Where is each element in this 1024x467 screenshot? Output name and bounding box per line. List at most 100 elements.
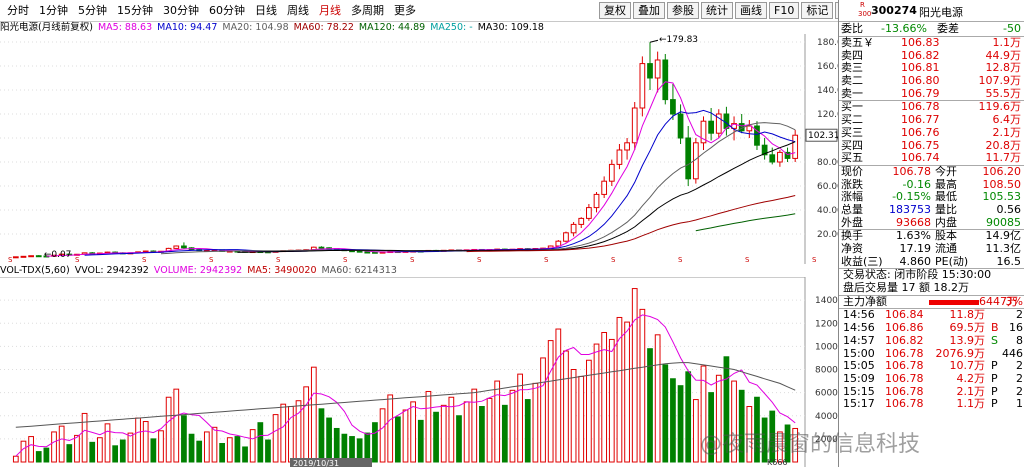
sell-row[interactable]: 卖二 106.80 107.9万 <box>839 74 1024 88</box>
period-tab-9[interactable]: 多周期 <box>346 3 389 18</box>
split-marker: S <box>209 256 214 264</box>
volume-bar <box>28 436 34 463</box>
volume-bar <box>257 422 264 463</box>
sell-row[interactable]: 卖五￥ 106.83 1.1万 <box>839 36 1024 50</box>
volume-bar <box>219 443 225 463</box>
buy-row[interactable]: 买二 106.77 6.4万 <box>839 113 1024 127</box>
sell-row[interactable]: 卖一 106.79 55.5万 <box>839 87 1024 101</box>
volume-bar <box>158 430 164 463</box>
ma5-label: MA5: 88.63 <box>97 22 153 33</box>
candle <box>685 137 692 180</box>
volume-bar <box>433 411 439 463</box>
volume-bar <box>570 369 577 463</box>
volume-bar <box>150 438 157 463</box>
period-tab-7[interactable]: 周线 <box>282 3 314 18</box>
split-marker: S <box>410 256 415 264</box>
stock-title: 阳光电源(月线前复权) <box>0 22 93 33</box>
split-marker: S <box>745 256 750 264</box>
volume-bar <box>165 396 172 463</box>
volume-bar <box>387 394 394 463</box>
stat2-row: 净资 17.19 流通 11.3亿 <box>839 242 1024 256</box>
volume-bar <box>479 406 485 463</box>
candle <box>35 255 42 258</box>
volume-bar <box>692 399 699 463</box>
volume-bar <box>509 389 516 463</box>
candle <box>670 99 676 115</box>
sell-volume: 107.9万 <box>978 74 1022 88</box>
period-tab-3[interactable]: 15分钟 <box>112 3 158 18</box>
tool-button-5[interactable]: F10 <box>769 2 800 19</box>
vol-ma60-label: MA60: 6214313 <box>321 265 397 276</box>
volume-bar <box>578 375 585 463</box>
stat-value: 11.3亿 <box>985 242 1022 255</box>
volume-bar <box>540 357 546 463</box>
vol-tick-label: 8000 <box>815 366 838 376</box>
volume-bar <box>288 406 294 463</box>
candle <box>20 255 27 258</box>
candle <box>318 246 325 249</box>
tool-button-2[interactable]: 参股 <box>667 2 699 19</box>
tool-button-3[interactable]: 统计 <box>701 2 733 19</box>
sell-label: 卖二 <box>841 74 863 88</box>
tool-button-1[interactable]: 叠加 <box>633 2 665 19</box>
price-tick-label: 180.00 <box>817 38 838 48</box>
candle <box>173 245 180 249</box>
candle <box>769 154 776 163</box>
tick-row: 15:05 106.78 10.7万 P 2 <box>839 359 1024 373</box>
period-tab-0[interactable]: 分时 <box>2 3 34 18</box>
r-badge-num: 300 <box>858 10 872 18</box>
stock-name: 阳光电源 <box>919 6 963 19</box>
volume-bar <box>555 328 562 463</box>
tick-price: 106.86 <box>885 321 924 335</box>
buy-price: 106.74 <box>901 151 940 165</box>
split-marker: S <box>343 256 348 264</box>
ma30-label: MA30: 109.18 <box>477 22 544 33</box>
quote-panel: R 300 300274 阳光电源 委比 -13.66% 委差 -50 卖五￥ 1… <box>838 0 1024 467</box>
candle <box>792 134 799 159</box>
candle <box>654 59 661 79</box>
tool-button-0[interactable]: 复权 <box>599 2 631 19</box>
split-marker: S <box>611 256 616 264</box>
volume-bar <box>326 417 332 463</box>
period-tab-5[interactable]: 60分钟 <box>204 3 250 18</box>
period-tab-1[interactable]: 1分钟 <box>34 3 73 18</box>
tool-button-4[interactable]: 画线 <box>735 2 767 19</box>
tick-time: 15:09 <box>843 371 875 385</box>
tick-row: 15:09 106.78 4.2万 P 2 <box>839 371 1024 386</box>
split-marker: S <box>276 256 281 264</box>
high-annotation: ←179.83 <box>659 35 698 45</box>
volume-bar <box>417 419 424 463</box>
split-marker: S <box>544 256 549 264</box>
vol-tick-label: 10000 <box>815 342 838 352</box>
stat-value: 106.20 <box>982 164 1022 178</box>
low-annotation: ←0.07 <box>44 250 72 260</box>
volume-bar <box>81 412 88 463</box>
buy-volume: 6.4万 <box>992 113 1022 127</box>
period-tab-6[interactable]: 日线 <box>250 3 282 18</box>
period-tab-8[interactable]: 月线 <box>314 3 346 18</box>
bottom-tag: K666 <box>767 458 788 467</box>
stat-label: 总量 <box>841 202 863 216</box>
stat-label: 现价 <box>841 164 863 178</box>
tick-volume: 69.5万 <box>949 321 986 335</box>
buy-volume: 11.7万 <box>985 151 1022 165</box>
volume-bar <box>410 401 417 463</box>
volume-bar <box>196 440 203 463</box>
volume-bar <box>425 390 432 463</box>
tick-count: 2 <box>1016 359 1023 373</box>
volume-bar <box>97 437 103 463</box>
candle <box>372 251 378 254</box>
tool-button-6[interactable]: 标记 <box>801 2 834 19</box>
commission-ratio-value: -13.66% <box>881 22 927 35</box>
volume-bar <box>456 415 462 463</box>
price-chart[interactable]: 20.0040.0060.0080.00100.00120.00140.0016… <box>0 34 838 264</box>
tick-flag: S <box>991 333 998 347</box>
tick-price: 106.78 <box>885 371 924 385</box>
buy-row[interactable]: 买五 106.74 11.7万 <box>839 151 1024 165</box>
period-tab-10[interactable]: 更多 <box>389 3 421 18</box>
period-tab-2[interactable]: 5分钟 <box>73 3 112 18</box>
buy-row[interactable]: 买三 106.76 2.1万 <box>839 126 1024 140</box>
ma120-label: MA120: 44.89 <box>358 22 426 33</box>
tick-time: 15:05 <box>843 359 875 373</box>
period-tab-4[interactable]: 30分钟 <box>158 3 204 18</box>
